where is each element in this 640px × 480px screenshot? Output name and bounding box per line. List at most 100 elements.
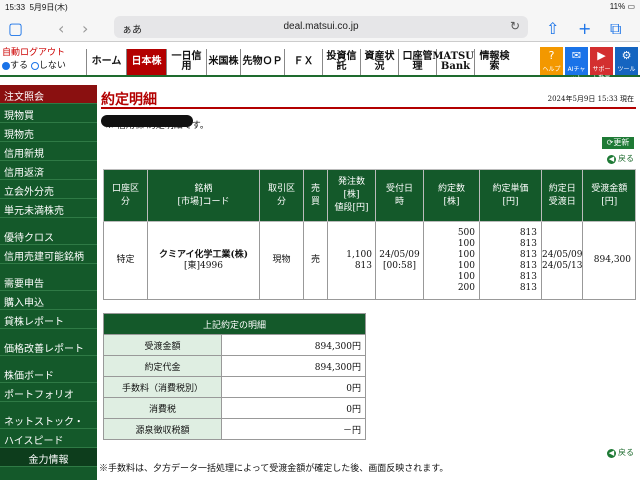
battery-indicator: 11% ▭ [609, 2, 635, 11]
cell-issue: クミアイ化学工業(株) [東]4996 [147, 221, 260, 300]
forward-arrow-icon[interactable]: › [82, 19, 88, 38]
tab-account[interactable]: 口座管理 [398, 49, 436, 75]
cell-received: 24/05/09 [00:58] [375, 221, 424, 300]
tab-futures-options[interactable]: 先物ＯＰ [240, 49, 284, 75]
order-table: 口座区分 銘柄 [市場]コード 取引区分 売買 発注数 [株] 値段[円] 受付日時 … [103, 169, 636, 300]
auto-logout-label: 自動ログアウト [2, 48, 66, 58]
tab-japan-stock[interactable]: 日本株 [126, 49, 166, 75]
cell-exec-qty: 500 100 100 100 100 200 [423, 221, 480, 300]
sidebar-item-demand-report[interactable]: 需要申告 [0, 272, 97, 291]
table-row: 手数料（消費税別） 0円 [103, 376, 366, 398]
icon-buttons: ? ヘルプ ✉ AIチャット ▶ サポート動画 ⚙ ツール [540, 47, 638, 82]
cell-side: 売 [303, 221, 328, 300]
sidebar-item-portfolio[interactable]: ポートフォリオ [0, 383, 97, 402]
cell-account: 特定 [103, 221, 148, 300]
nav-tabs: ホーム 日本株 一日信用 米国株 先物ＯＰ ＦＸ 投資信託 資産状況 口座管理 … [86, 49, 514, 75]
col-account: 口座区分 [103, 169, 148, 222]
tabs-overview-icon[interactable]: ⧉ [610, 19, 621, 39]
help-button[interactable]: ? ヘルプ [540, 47, 563, 75]
help-icon: ? [548, 49, 555, 62]
new-tab-icon[interactable]: + [578, 19, 591, 38]
radio-off-icon[interactable] [30, 61, 39, 70]
sidebar-divider [0, 402, 97, 410]
tab-assets[interactable]: 資産状況 [360, 49, 398, 75]
sidebar-item-cash-buy[interactable]: 現物買 [0, 104, 97, 123]
sidebar-item-off-auction[interactable]: 立会外分売 [0, 180, 97, 199]
tab-day-credit[interactable]: 一日信用 [166, 49, 206, 75]
sidebar-item-margin-new[interactable]: 信用新規 [0, 142, 97, 161]
col-exec-price: 約定単価 [円] [479, 169, 542, 222]
chat-icon: ✉ [571, 49, 582, 62]
col-trade-type: 取引区分 [259, 169, 304, 222]
sidebar-item-lending-report[interactable]: 貸株レポート [0, 310, 97, 329]
ai-chat-button[interactable]: ✉ AIチャット [565, 47, 588, 82]
back-arrow-icon[interactable]: ‹ [58, 19, 64, 38]
cell-amount: 894,300 [582, 221, 636, 300]
col-received: 受付日時 [375, 169, 424, 222]
sidebar: 注文照会 現物買 現物売 信用新規 信用返済 立会外分売 単元未満株売 優待クロ… [0, 85, 97, 480]
sidebar-item-short-available[interactable]: 信用売建可能銘柄 [0, 245, 97, 264]
back-icon: ◀ [607, 449, 616, 458]
col-amount: 受渡金額 [円] [582, 169, 636, 222]
tab-investment-trust[interactable]: 投資信託 [322, 49, 360, 75]
back-link-bottom[interactable]: ◀ 戻る [607, 447, 634, 458]
support-video-button[interactable]: ▶ サポート動画 [590, 47, 613, 82]
sidebar-divider [0, 218, 97, 226]
sidebar-item-netstock[interactable]: ネットストック・ [0, 410, 97, 429]
cell-order: 1,100 813 [327, 221, 376, 300]
col-exec-date: 約定日 受渡日 [540, 169, 584, 222]
address-bar[interactable]: ぁあ deal.matsui.co.jp ↻ [114, 16, 528, 38]
as-of-datetime: 2024年5月9日 15:33 現在 [547, 95, 634, 103]
col-exec-qty: 約定数 [株] [423, 169, 480, 222]
tab-fx[interactable]: ＦＸ [284, 49, 322, 75]
sidebar-divider [0, 356, 97, 364]
sidebar-item-odd-lot-sell[interactable]: 単元未満株売 [0, 199, 97, 218]
sidebar-divider [0, 329, 97, 337]
video-icon: ▶ [597, 49, 606, 62]
tools-button[interactable]: ⚙ ツール [615, 47, 638, 75]
url-text: deal.matsui.co.jp [283, 21, 359, 32]
sidebar-item-benefit-cross[interactable]: 優待クロス [0, 226, 97, 245]
tab-matsui-bank[interactable]: MATSUI Bank [432, 49, 479, 75]
reload-icon[interactable]: ↻ [510, 19, 520, 33]
table-row: 特定 クミアイ化学工業(株) [東]4996 現物 売 1,100 813 24/0… [103, 221, 636, 300]
sidebar-item-order-inquiry[interactable]: 注文照会 [0, 85, 97, 104]
tab-us-stock[interactable]: 米国株 [206, 49, 240, 75]
col-issue: 銘柄 [市場]コード [147, 169, 260, 222]
title-underline [101, 107, 636, 109]
share-icon[interactable]: ⇧ [546, 19, 559, 38]
sidebar-item-stock-board[interactable]: 株価ボード [0, 364, 97, 383]
page-title: 約定明細 [101, 92, 157, 108]
cell-exec-price: 813 813 813 813 813 813 [479, 221, 542, 300]
tools-icon: ⚙ [621, 49, 632, 62]
tab-info-search[interactable]: 情報検索 [474, 49, 514, 75]
footnote: ※手数料は、夕方データ一括処理によって受渡金額が確定した後、画面反映されます。 [99, 464, 449, 474]
table-row: 約定代金 894,300円 [103, 355, 366, 377]
auto-logout-off[interactable]: しない [30, 61, 66, 71]
tab-home[interactable]: ホーム [86, 49, 126, 75]
back-icon: ◀ [607, 155, 616, 164]
cell-exec-date: 24/05/09 24/05/13 [540, 221, 584, 300]
main-content: 約定明細 2024年5月9日 15:33 現在 ※ 信用株 約定明細です。 ⟳更… [97, 85, 640, 480]
sidebar-item-purchase-apply[interactable]: 購入申込 [0, 291, 97, 310]
table-row: 源泉徴収税額 －円 [103, 418, 366, 440]
sidebar-item-bottom[interactable]: 金力情報 [0, 448, 97, 467]
update-button[interactable]: ⟳更新 [602, 137, 634, 149]
sidebar-item-highspeed[interactable]: ハイスピード [0, 429, 97, 448]
table-row: 消費税 0円 [103, 397, 366, 419]
redaction-mark [101, 115, 193, 127]
sidebar-item-price-improvement[interactable]: 価格改善レポート [0, 337, 97, 356]
summary-table: 上記約定の明細 受渡金額 894,300円 約定代金 894,300円 手数料（消費… [103, 313, 366, 440]
sidebar-item-cash-sell[interactable]: 現物売 [0, 123, 97, 142]
col-side: 売買 [303, 169, 328, 222]
back-link[interactable]: ◀ 戻る [607, 153, 634, 164]
sidebar-item-margin-repay[interactable]: 信用返済 [0, 161, 97, 180]
sidebar-divider [0, 264, 97, 272]
sidebar-toggle-icon[interactable]: ▢ [8, 19, 23, 38]
summary-title: 上記約定の明細 [103, 313, 366, 335]
col-order: 発注数 [株] 値段[円] [327, 169, 376, 222]
table-header-row: 口座区分 銘柄 [市場]コード 取引区分 売買 発注数 [株] 値段[円] 受付日時 … [103, 169, 636, 222]
radio-on-icon[interactable] [2, 61, 10, 70]
auto-logout-on[interactable]: する [2, 61, 28, 71]
main-nav: 自動ログアウト する しない ホーム 日本株 一日信用 米国株 先物ＯＰ ＦＸ … [0, 43, 640, 82]
